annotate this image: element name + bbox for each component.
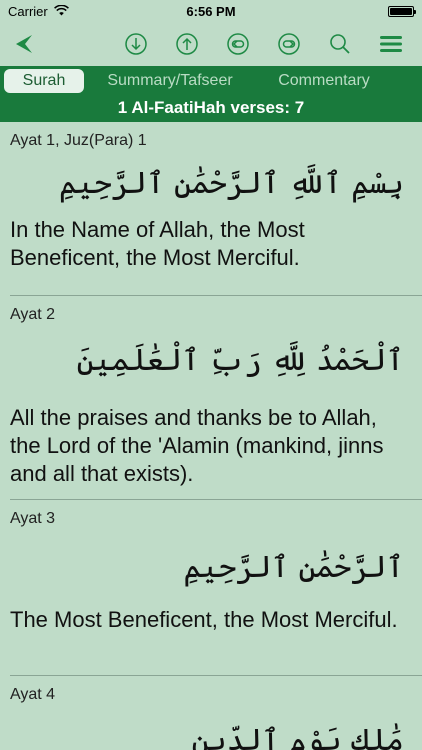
translation-text: The Most Beneficent, the Most Merciful. bbox=[10, 607, 398, 632]
verse-list[interactable]: Ayat 1, Juz(Para) 1 بِسْمِ ٱللَّهِ ٱلرَّ… bbox=[0, 122, 422, 750]
menu-icon[interactable] bbox=[377, 30, 405, 58]
next-icon[interactable] bbox=[275, 30, 303, 58]
tab-commentary[interactable]: Commentary bbox=[264, 69, 384, 93]
download-icon[interactable] bbox=[122, 30, 150, 58]
wifi-icon bbox=[53, 4, 69, 19]
arabic-text: ٱلْحَمْدُ لِلَّهِ رَبِّ ٱلْعَٰلَمِينَ bbox=[76, 343, 404, 378]
toolbar bbox=[0, 22, 422, 66]
status-left: Carrier bbox=[8, 4, 69, 19]
search-icon[interactable] bbox=[326, 30, 354, 58]
previous-icon[interactable] bbox=[224, 30, 252, 58]
ayat-label: Ayat 2 bbox=[10, 306, 56, 323]
tab-summary-tafseer[interactable]: Summary/Tafseer bbox=[100, 69, 240, 93]
arabic-text: مَٰلِكِ يَوْمِ ٱلدِّينِ bbox=[191, 723, 404, 750]
arabic-text: ٱلرَّحْمَٰنِ ٱلرَّحِيمِ bbox=[183, 550, 404, 585]
segmented-tabs: Surah Summary/Tafseer Commentary bbox=[0, 66, 422, 96]
verse-item[interactable]: Ayat 1, Juz(Para) 1 بِسْمِ ٱللَّهِ ٱلرَّ… bbox=[0, 122, 422, 296]
ayat-label: Ayat 1, Juz(Para) 1 bbox=[10, 132, 147, 149]
verse-item[interactable]: Ayat 2 ٱلْحَمْدُ لِلَّهِ رَبِّ ٱلْعَٰلَم… bbox=[0, 296, 422, 500]
translation-text: In the Name of Allah, the Most Beneficen… bbox=[10, 217, 305, 270]
verse-item[interactable]: Ayat 4 مَٰلِكِ يَوْمِ ٱلدِّينِ bbox=[0, 676, 422, 750]
back-arrow-icon[interactable] bbox=[10, 30, 38, 58]
translation-text: All the praises and thanks be to Allah, … bbox=[10, 405, 384, 486]
arabic-text: بِسْمِ ٱللَّهِ ٱلرَّحْمَٰنِ ٱلرَّحِيمِ bbox=[58, 166, 404, 201]
battery-icon bbox=[388, 5, 416, 17]
tab-surah[interactable]: Surah bbox=[4, 69, 84, 93]
upload-icon[interactable] bbox=[173, 30, 201, 58]
surah-header: 1 Al-FaatiHah verses: 7 bbox=[0, 96, 422, 122]
ayat-label: Ayat 3 bbox=[10, 510, 56, 527]
carrier-label: Carrier bbox=[8, 3, 48, 19]
ayat-label: Ayat 4 bbox=[10, 686, 56, 703]
status-bar: Carrier 6:56 PM bbox=[0, 0, 422, 22]
verse-item[interactable]: Ayat 3 ٱلرَّحْمَٰنِ ٱلرَّحِيمِ The Most … bbox=[0, 500, 422, 676]
